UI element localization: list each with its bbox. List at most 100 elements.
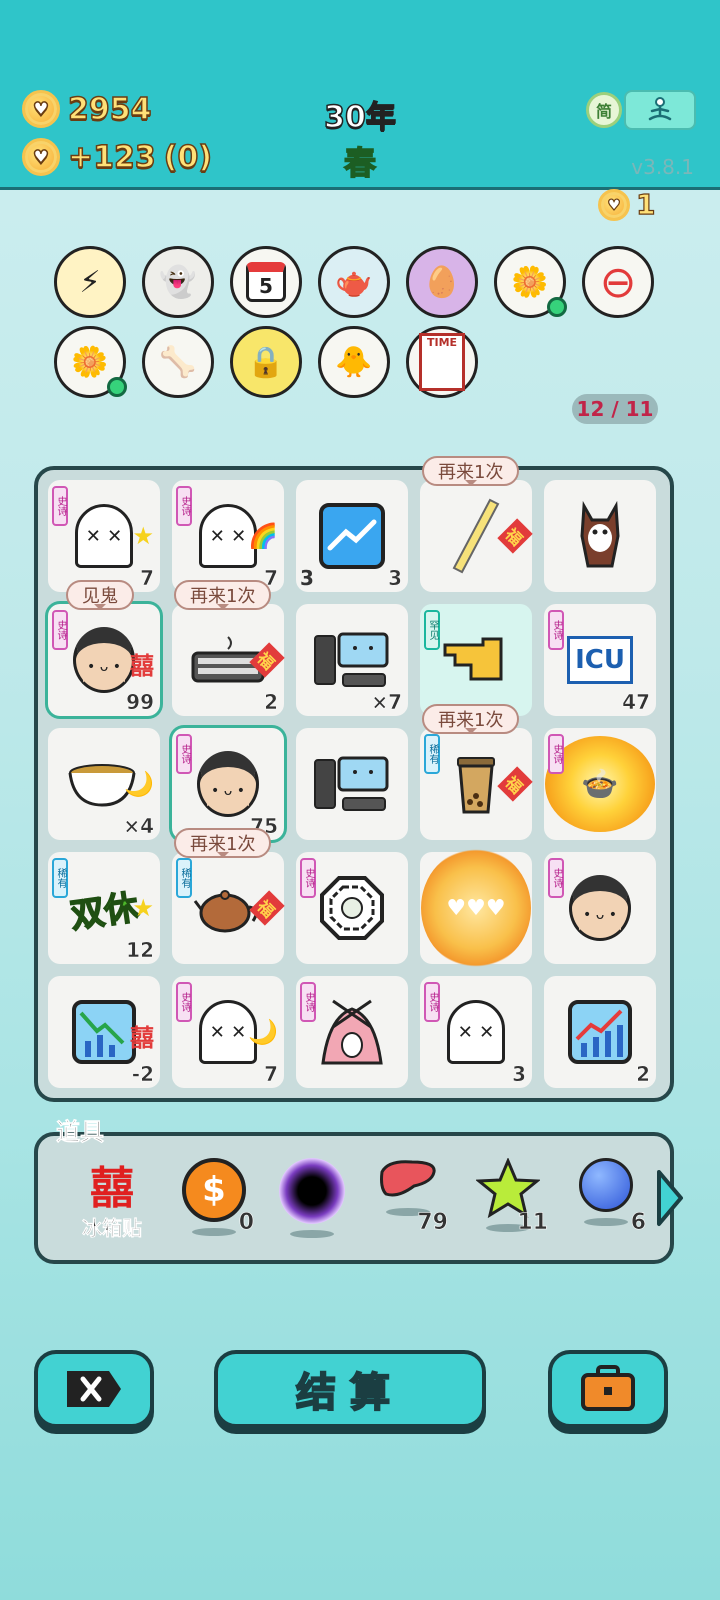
board-counter: 12 / 11 [572, 394, 658, 424]
board-cell-face[interactable]: • ᴗ • 史诗 [544, 852, 656, 964]
new-indicator-dot [547, 297, 567, 317]
board-cell-face[interactable]: • ᴗ • 史诗囍 99 [48, 604, 160, 716]
board-cell-double-holiday[interactable]: 双休 稀有 ★ 12 [48, 852, 160, 964]
cell-value: 12 [126, 938, 154, 963]
board-cell-rabbit-tent[interactable]: 史诗 [296, 976, 408, 1088]
rarity-tag: 稀有 [52, 858, 68, 898]
face-icon: • ᴗ • [73, 627, 135, 693]
chart-up-icon [319, 503, 385, 569]
version-label: v3.8.1 [631, 155, 694, 179]
cell-value: 99 [126, 690, 154, 715]
item-shadow [290, 1230, 334, 1238]
rarity-tag: 史诗 [176, 982, 192, 1022]
coin-icon: ♥ [598, 188, 630, 221]
cell-value: 2 [264, 690, 278, 715]
board-cell-ghost[interactable]: ✕ ✕ 史诗 3 [420, 976, 532, 1088]
cell-value: 7 [264, 1062, 278, 1087]
cell-value: -2 [131, 1062, 155, 1087]
board-cell-ghost[interactable]: ✕ ✕ 史诗 🌈 7 [172, 480, 284, 592]
buff-lightning[interactable]: ⚡ [54, 246, 126, 318]
black-hole-icon [279, 1158, 345, 1224]
buff-flower-pot-2[interactable]: 🌼 [54, 326, 127, 398]
board-cell-straw[interactable]: 福 [420, 480, 533, 592]
husky-icon [580, 500, 620, 568]
icu-sign-icon: ICU [567, 636, 633, 684]
effect-bubble: 再来1次 [174, 580, 272, 610]
item-shadow [584, 1218, 628, 1226]
chart-down-icon [72, 1000, 136, 1064]
rarity-tag: 史诗 [300, 982, 316, 1022]
dollar-coin-item[interactable]: $0 [174, 1158, 254, 1248]
inventory-button[interactable] [548, 1350, 668, 1428]
buff-time-magazine[interactable]: TIME [406, 326, 478, 398]
cell-value: 47 [622, 690, 650, 715]
cell-value-left: 3 [300, 566, 314, 590]
double-holiday-icon: 双休 [67, 886, 141, 937]
board-cell-teapot[interactable]: 稀有福 [172, 852, 285, 964]
ghost-icon: ✕ ✕ [447, 1000, 505, 1064]
cell-value: 3 [512, 1062, 526, 1087]
board-cell-ghost[interactable]: ✕ ✕ 史诗 ★ 7 [48, 480, 160, 592]
liver-item[interactable]: 79 [368, 1158, 448, 1248]
board-cell-computer[interactable] [296, 728, 408, 840]
safe-icon: 🔒 [247, 344, 285, 380]
board-cell-pot-explosion[interactable]: 🍲 史诗 [544, 728, 656, 840]
rarity-tag: 罕见 [424, 610, 440, 650]
star-icon: ★ [132, 894, 154, 922]
egg-bag-icon: 🥚 [423, 264, 461, 300]
buff-calendar[interactable]: 5 [230, 246, 302, 318]
delete-button[interactable] [34, 1350, 154, 1428]
ghost-icon: 👻 [159, 264, 197, 300]
board-cell-chart-up-red[interactable]: 2 [544, 976, 656, 1088]
briefcase-icon [581, 1365, 635, 1411]
item-count: 0 [238, 1210, 254, 1236]
board-cell-chart-up[interactable]: 33 [296, 480, 408, 592]
buff-ghost[interactable]: 👻 [142, 246, 214, 318]
board-cell-bubble-tea[interactable]: 稀有福 [420, 728, 533, 840]
meditate-button[interactable] [624, 90, 696, 130]
rabbit-tent-icon [321, 999, 383, 1065]
flower-pot-icon-2: 🌼 [71, 344, 109, 380]
computer-icon [314, 632, 389, 687]
season-label: 春 [343, 143, 377, 183]
board-cell-computer[interactable]: ×7 [296, 604, 408, 716]
buff-dog-bowl[interactable]: 🦴 [142, 326, 214, 398]
rarity-tag: 史诗 [548, 610, 564, 650]
board-cell-bagua[interactable]: 史诗 [296, 852, 408, 964]
rarity-tag: 史诗 [52, 486, 68, 526]
settle-button[interactable]: 结算 [214, 1350, 486, 1428]
buff-minus[interactable]: ⊖ [582, 246, 654, 318]
board-cell-icu[interactable]: ICU 史诗 47 [544, 604, 656, 716]
star-icon: ★ [132, 522, 154, 550]
computer-icon [314, 756, 389, 811]
board-cell-coin-burst[interactable]: ♥♥♥ [420, 848, 532, 968]
board-cell-hand[interactable]: 罕见 [420, 604, 532, 716]
language-toggle-button[interactable]: 简 [586, 92, 622, 128]
buff-egg-bag[interactable]: 🥚 [406, 246, 478, 318]
buff-gravy-boat[interactable]: 🫖 [318, 246, 390, 318]
fu-sticker-icon: 福 [497, 766, 533, 802]
fridge-sticker-item[interactable]: 囍 冰箱贴 [72, 1166, 152, 1256]
board-cell-ghost[interactable]: ✕ ✕ 史诗 🌙 7 [172, 976, 284, 1088]
chart-up-red-icon [568, 1000, 632, 1064]
calendar-icon: 5 [246, 262, 286, 302]
coin-burst-icon: ♥♥♥ [421, 848, 531, 968]
blueberry-item[interactable]: 6 [566, 1158, 646, 1248]
board-cell-face[interactable]: • ᴗ • 史诗 75 [172, 728, 284, 840]
lightning-icon: ⚡ [79, 264, 101, 300]
buff-flower-pot[interactable]: 🌼 [494, 246, 567, 318]
star-item[interactable]: 11 [468, 1158, 548, 1248]
items-title: 道具 [56, 1118, 105, 1147]
rarity-tag: 史诗 [176, 486, 192, 526]
straw-icon [452, 498, 500, 574]
board-cell-tea-bowl[interactable]: 🌙 ×4 [48, 728, 160, 840]
rarity-tag: 史诗 [300, 858, 316, 898]
black-hole-item[interactable] [272, 1158, 352, 1248]
board-cell-keyboard[interactable]: 福2 [172, 604, 285, 716]
items-next-arrow-button[interactable] [652, 1166, 688, 1230]
buff-chick-syringe[interactable]: 🐥 [318, 326, 390, 398]
ghost-icon: ✕ ✕ [75, 504, 133, 568]
buff-safe[interactable]: 🔒 [230, 326, 302, 398]
board-cell-husky[interactable] [544, 480, 656, 592]
board-cell-chart-down[interactable]: 囍 -2 [48, 976, 160, 1088]
